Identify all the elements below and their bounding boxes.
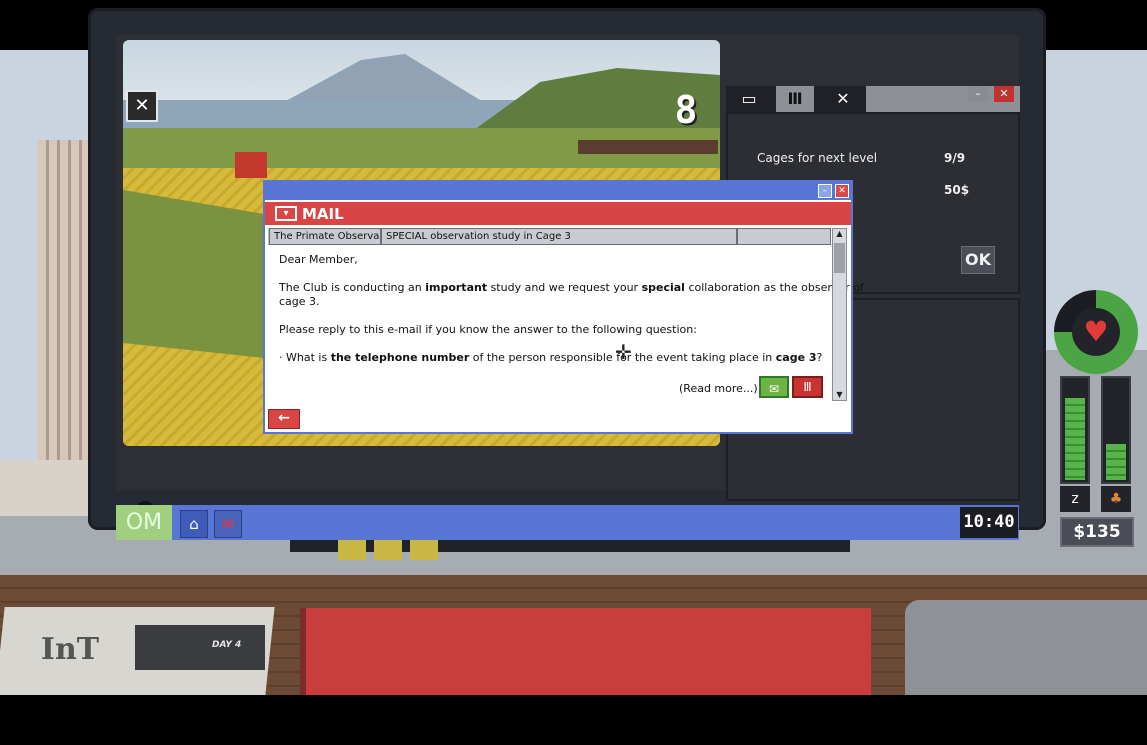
monitor-knob	[338, 538, 366, 560]
scroll-up-icon[interactable]: ▲	[832, 228, 847, 240]
start-button[interactable]: OM	[116, 505, 172, 540]
scroll-down-icon[interactable]: ▼	[832, 389, 847, 401]
sleep-icon: z	[1060, 486, 1090, 512]
scroll-thumb[interactable]	[834, 243, 845, 273]
cage-icon[interactable]: Ⅲ	[776, 86, 814, 112]
envelope-icon: ▾	[275, 206, 297, 221]
read-more-link[interactable]: (Read more...)	[679, 382, 758, 395]
camera-off-icon[interactable]: ✕	[126, 90, 158, 122]
cage-number: 8	[674, 88, 698, 132]
newspaper-logo: InT	[40, 632, 100, 667]
sleep-meter-fill	[1065, 398, 1085, 480]
close-button[interactable]: ✕	[994, 86, 1014, 102]
food-meter-fill	[1106, 444, 1126, 480]
mail-paragraph: Please reply to this e-mail if you know …	[279, 323, 697, 336]
mail-minimize-button[interactable]: –	[818, 184, 832, 198]
monitor-knob	[410, 538, 438, 560]
heart-icon: ♥	[1072, 308, 1120, 356]
mail-icon[interactable]: ✉	[214, 510, 242, 538]
mail-titlebar[interactable]	[263, 180, 853, 200]
newspaper-band	[135, 625, 265, 670]
taskbar	[116, 505, 1019, 540]
ok-button[interactable]: OK	[961, 246, 995, 274]
minimize-button[interactable]: –	[968, 86, 988, 102]
letterbox-bottom	[0, 695, 1147, 745]
money-counter: $135	[1060, 517, 1134, 547]
back-button[interactable]: ←	[268, 409, 300, 429]
mail-tab-empty[interactable]	[737, 228, 831, 245]
reply-button[interactable]: ✉	[759, 376, 789, 398]
clock: 10:40	[960, 507, 1018, 538]
notebook[interactable]	[300, 608, 871, 695]
cages-label: Cages for next level	[757, 151, 878, 165]
train	[578, 140, 718, 154]
mail-header	[265, 202, 851, 225]
monitor-knob	[374, 538, 402, 560]
day-label: DAY 4	[212, 640, 242, 650]
mail-title: MAIL	[302, 205, 344, 223]
mail-question: · What is the telephone number of the pe…	[279, 351, 823, 364]
price-value: 50$	[944, 183, 970, 197]
delete-button[interactable]: Ⅲ	[792, 376, 823, 398]
mail-greeting: Dear Member,	[279, 253, 358, 266]
food-icon: ♣	[1101, 486, 1131, 512]
close-icon[interactable]: ✕	[824, 86, 862, 112]
building-outside	[38, 140, 88, 460]
mail-paragraph-cont: cage 3.	[279, 295, 320, 308]
home-icon[interactable]: ⌂	[180, 510, 208, 538]
mail-paragraph: The Club is conducting an important stud…	[279, 281, 864, 294]
mail-close-button[interactable]: ✕	[835, 184, 849, 198]
terminal-icon[interactable]: ▭	[730, 86, 768, 112]
crosshair-cursor-icon: ✛	[615, 340, 632, 364]
window-sill	[0, 460, 92, 516]
cages-value: 9/9	[944, 151, 966, 165]
telephone[interactable]	[905, 600, 1147, 695]
mail-tab[interactable]: The Primate Observa...	[269, 228, 381, 245]
barn	[235, 152, 267, 178]
mail-tab-active[interactable]: SPECIAL observation study in Cage 3	[381, 228, 737, 245]
